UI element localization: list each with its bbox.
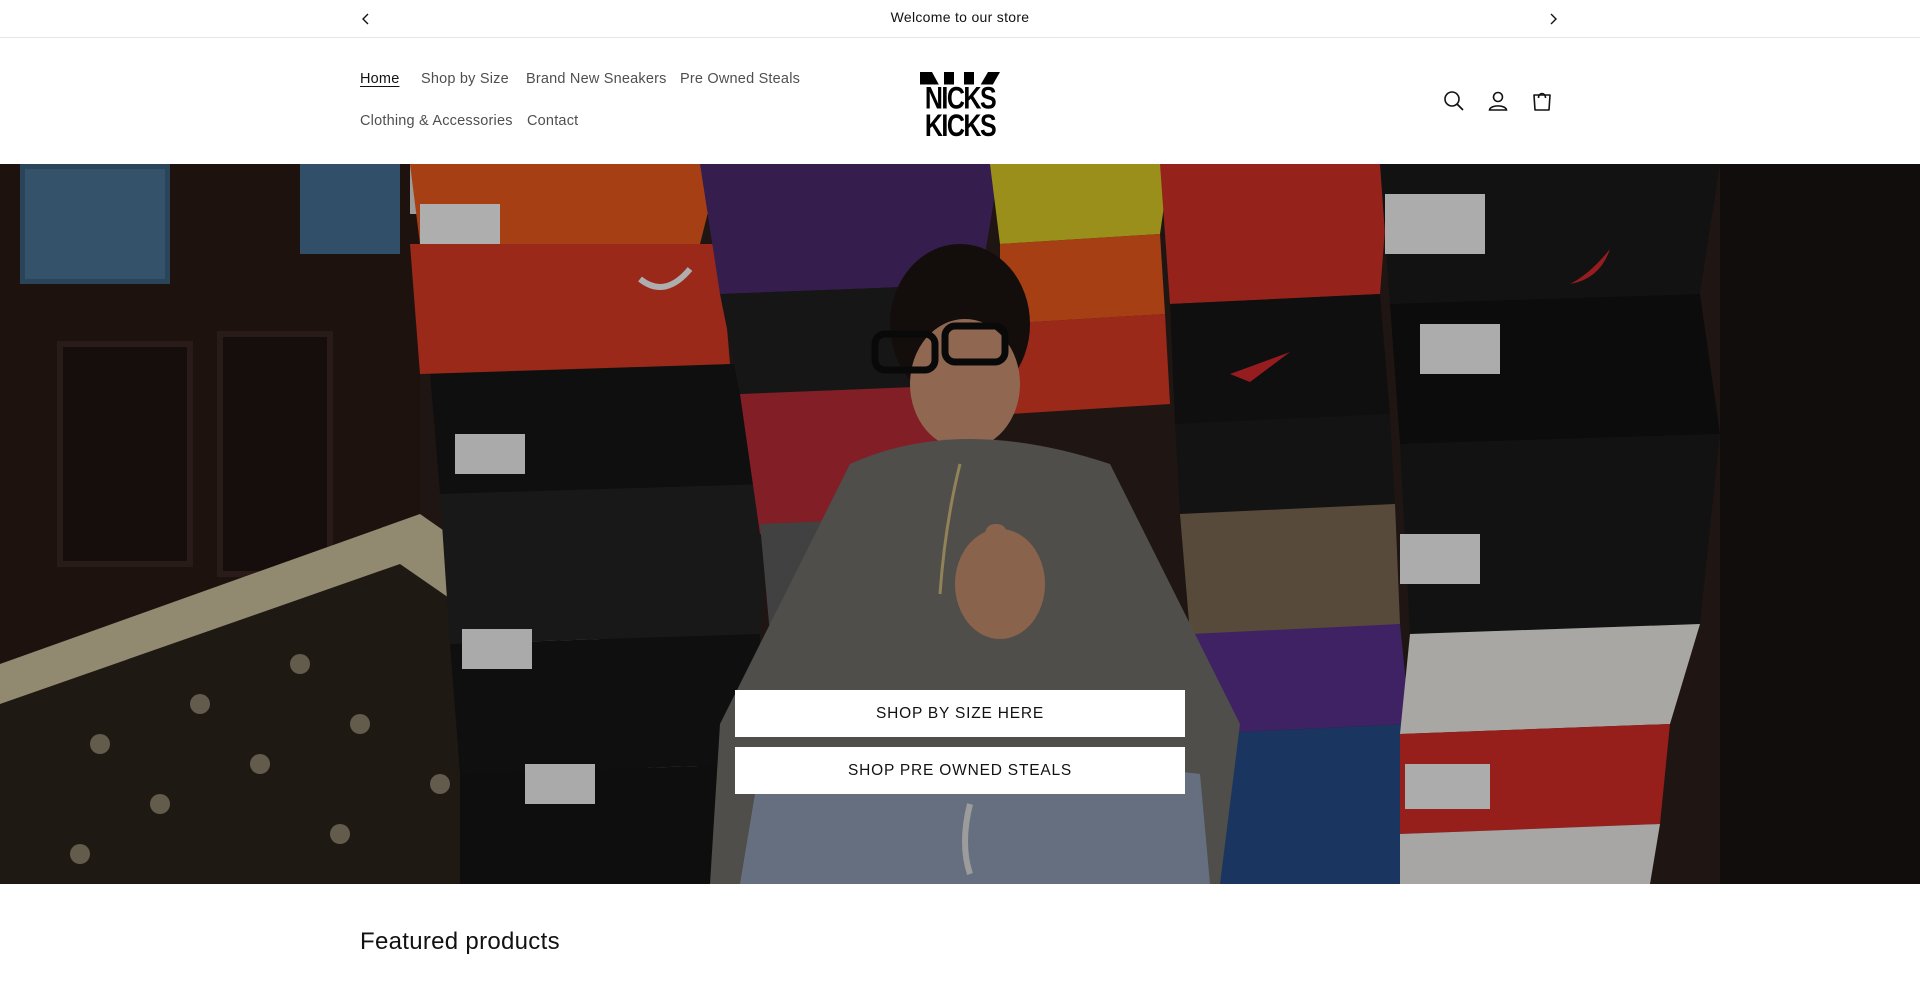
- nav-shop-by-size[interactable]: Shop by Size: [421, 71, 509, 87]
- announcement-message: Welcome to our store: [890, 9, 1030, 25]
- shop-pre-owned-steals-button[interactable]: SHOP PRE OWNED STEALS: [735, 747, 1185, 794]
- site-header: Home Shop by Size Brand New Sneakers Pre…: [0, 39, 1920, 164]
- chevron-right-icon[interactable]: [1543, 9, 1563, 29]
- nav-clothing-accessories[interactable]: Clothing & Accessories: [360, 113, 513, 129]
- cart-icon[interactable]: [1528, 87, 1556, 115]
- nav-brand-new-sneakers[interactable]: Brand New Sneakers: [526, 71, 667, 87]
- featured-products-heading: Featured products: [360, 928, 560, 955]
- nav-contact[interactable]: Contact: [527, 113, 578, 129]
- logo-text: NICKS KICKS: [912, 83, 1008, 141]
- nav-pre-owned-steals[interactable]: Pre Owned Steals: [680, 71, 800, 87]
- account-icon[interactable]: [1484, 87, 1512, 115]
- announcement-bar: Welcome to our store: [0, 0, 1920, 38]
- shop-by-size-button[interactable]: SHOP BY SIZE HERE: [735, 690, 1185, 737]
- store-logo[interactable]: NICKS KICKS: [912, 72, 1008, 141]
- search-icon[interactable]: [1440, 87, 1468, 115]
- hero-banner: SHOP BY SIZE HERE SHOP PRE OWNED STEALS: [0, 164, 1920, 884]
- nav-home[interactable]: Home: [360, 71, 399, 87]
